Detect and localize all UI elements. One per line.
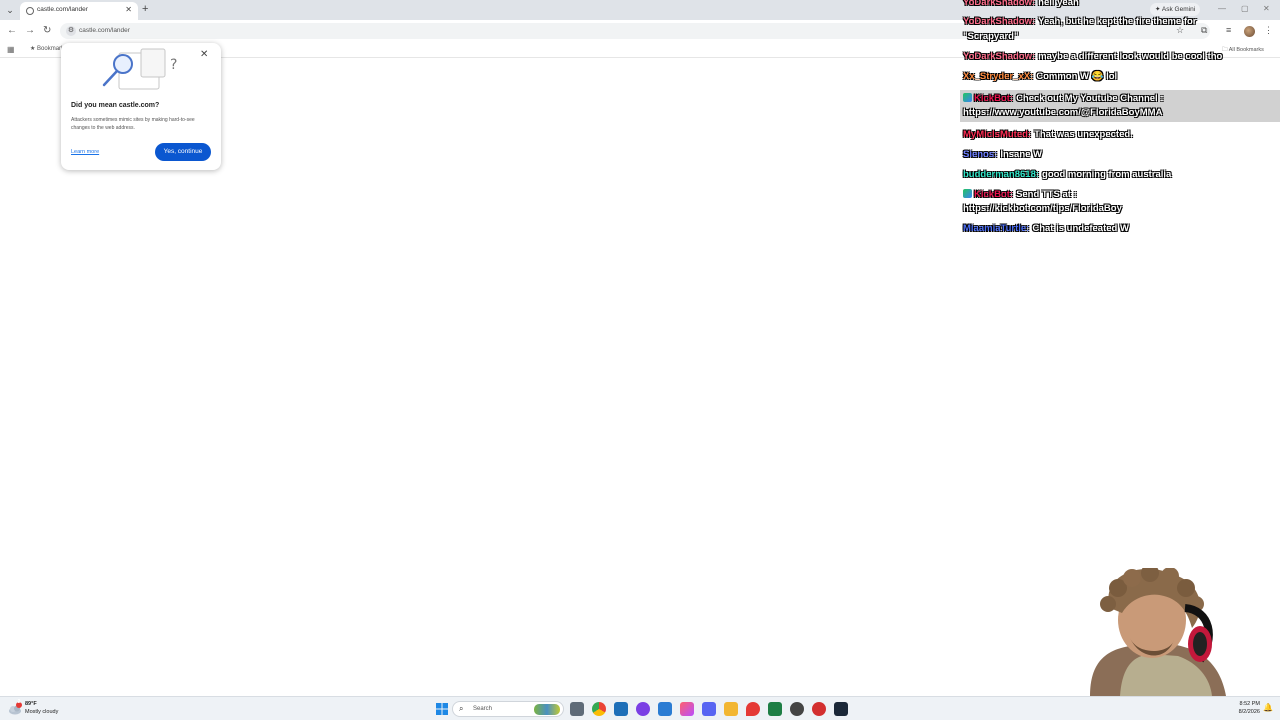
chat-text: hell yeah [1038, 0, 1079, 8]
bot-badge-icon [963, 93, 972, 102]
tab-title: castle.com/lander [37, 6, 88, 13]
chat-username[interactable]: KickBot: [974, 93, 1013, 104]
dialog-description: Attackers sometimes mimic sites by makin… [71, 117, 195, 131]
notification-bell-icon[interactable]: 🔔 [1263, 703, 1273, 712]
chat-message: YoDarkShadow: hell yeah [963, 0, 1079, 10]
task-view-icon[interactable] [570, 702, 584, 716]
chat-text: maybe a different look would be cool tho [1038, 51, 1223, 62]
site-favicon-icon [26, 7, 34, 15]
chat-username[interactable]: Xx_Stryder_xX: [963, 71, 1033, 82]
chat-text: https://kickbot.com/tips/FloridaBoy [963, 203, 1122, 214]
chat-username[interactable]: Sienos: [963, 149, 997, 160]
chat-username[interactable]: YoDarkShadow: [963, 0, 1035, 8]
chat-message: Sienos: Insane W [963, 148, 1042, 162]
chat-text: Insane W [1000, 149, 1043, 160]
obs-icon[interactable] [790, 702, 804, 716]
search-highlight-thumbnail [534, 704, 560, 715]
weather-alert-badge: 2 [17, 699, 21, 705]
taskbar-apps: ⌕ Search [432, 700, 852, 718]
chat-message: KickBot: Send TTS at : [963, 188, 1077, 202]
chat-text: Yeah, but he kept the fire theme for [1038, 16, 1197, 27]
chat-username[interactable]: MiaamiaTurtle: [963, 223, 1029, 234]
site-info-icon[interactable]: ⚙ [66, 26, 76, 36]
bot-badge-icon [963, 189, 972, 198]
yes-continue-button[interactable]: Yes, continue [155, 143, 211, 161]
store-icon[interactable] [614, 702, 628, 716]
chat-text: Chat is undefeated W [1032, 223, 1129, 234]
maps-pin-icon[interactable] [746, 702, 760, 716]
weather-desc: Mostly cloudy [25, 709, 59, 715]
spreadsheet-app-icon[interactable] [768, 702, 782, 716]
chat-message: https://www.youtube.com/@FloridaBoyMMA [963, 106, 1162, 120]
chat-message: KickBot: Check out My Youtube Channel : [963, 92, 1164, 106]
chat-message: YoDarkShadow: Yeah, but he kept the fire … [963, 15, 1197, 29]
new-tab-icon[interactable]: + [142, 3, 148, 15]
music-app-icon[interactable] [636, 702, 650, 716]
photos-app-icon[interactable] [680, 702, 694, 716]
weather-temp: 89°F [25, 701, 37, 707]
file-explorer-icon[interactable] [724, 702, 738, 716]
chat-text: That was unexpected. [1034, 129, 1133, 140]
chat-text: Send TTS at : [1016, 189, 1077, 200]
lookalike-url-dialog: ✕ ? Did you mean castle.com? Attackers s… [61, 43, 221, 170]
learn-more-link[interactable]: Learn more [71, 149, 99, 155]
chrome-icon[interactable] [592, 702, 606, 716]
windows-start-icon[interactable] [435, 702, 449, 716]
chat-message: Xx_Stryder_xX: Common W 😂 lol [963, 70, 1117, 84]
system-clock[interactable]: 8:52 PM 8/2/2026 [1230, 700, 1260, 716]
chat-text: Common W 😂 lol [1036, 71, 1118, 82]
forward-icon[interactable]: → [25, 25, 35, 37]
chat-text: "Scrapyard" [963, 31, 1019, 42]
chat-text: https://www.youtube.com/@FloridaBoyMMA [963, 107, 1163, 118]
chat-username[interactable]: YoDarkShadow: [963, 16, 1035, 27]
chat-message: YoDarkShadow: maybe a different look woul… [963, 50, 1222, 64]
discord-icon[interactable] [702, 702, 716, 716]
star-icon: ★ [30, 46, 38, 52]
stream-chat-overlay: YoDarkShadow: hell yeah YoDarkShadow: Yeah,… [960, 0, 1280, 240]
chat-message: MyMicIsMuted: That was unexpected. [963, 128, 1133, 142]
url-text: castle.com/lander [79, 27, 130, 34]
clock-time: 8:52 PM [1239, 701, 1260, 707]
chat-username[interactable]: MyMicIsMuted: [963, 129, 1031, 140]
tab-search-icon[interactable]: ⌄ [4, 4, 16, 16]
taskbar-search-label: Search [473, 706, 493, 712]
back-icon[interactable]: ← [7, 25, 17, 37]
svg-text:?: ? [170, 57, 177, 73]
windows-taskbar: 89°F Mostly cloudy 2 ⌕ Search 8:52 PM 8/… [0, 696, 1280, 720]
chat-text: Check out My Youtube Channel : [1016, 93, 1164, 104]
chat-message: budderman8618: good morning from australi… [963, 168, 1171, 182]
chat-username[interactable]: KickBot: [974, 189, 1013, 200]
magnifier-illustration-icon: ? [102, 48, 177, 90]
opera-icon[interactable] [812, 702, 826, 716]
taskbar-search[interactable]: ⌕ Search [452, 701, 564, 717]
tab-close-icon[interactable]: ✕ [125, 5, 132, 14]
dialog-close-icon[interactable]: ✕ [200, 49, 208, 60]
reload-icon[interactable]: ↻ [43, 25, 51, 37]
document-app-icon[interactable] [658, 702, 672, 716]
chat-message: https://kickbot.com/tips/FloridaBoy [963, 202, 1122, 216]
chat-username[interactable]: YoDarkShadow: [963, 51, 1035, 62]
steam-icon[interactable] [834, 702, 848, 716]
chat-username[interactable]: budderman8618: [963, 169, 1039, 180]
webcam-overlay [1090, 568, 1226, 696]
chat-text: good morning from australia [1042, 169, 1172, 180]
active-tab[interactable]: castle.com/lander ✕ [20, 2, 138, 20]
chat-message: "Scrapyard" [963, 30, 1018, 44]
chat-message: MiaamiaTurtle: Chat is undefeated W [963, 222, 1129, 236]
clock-date: 8/2/2026 [1238, 709, 1260, 715]
search-icon: ⌕ [459, 704, 464, 713]
apps-grid-icon[interactable]: ▦ [7, 45, 15, 54]
dialog-title: Did you mean castle.com? [71, 102, 160, 109]
